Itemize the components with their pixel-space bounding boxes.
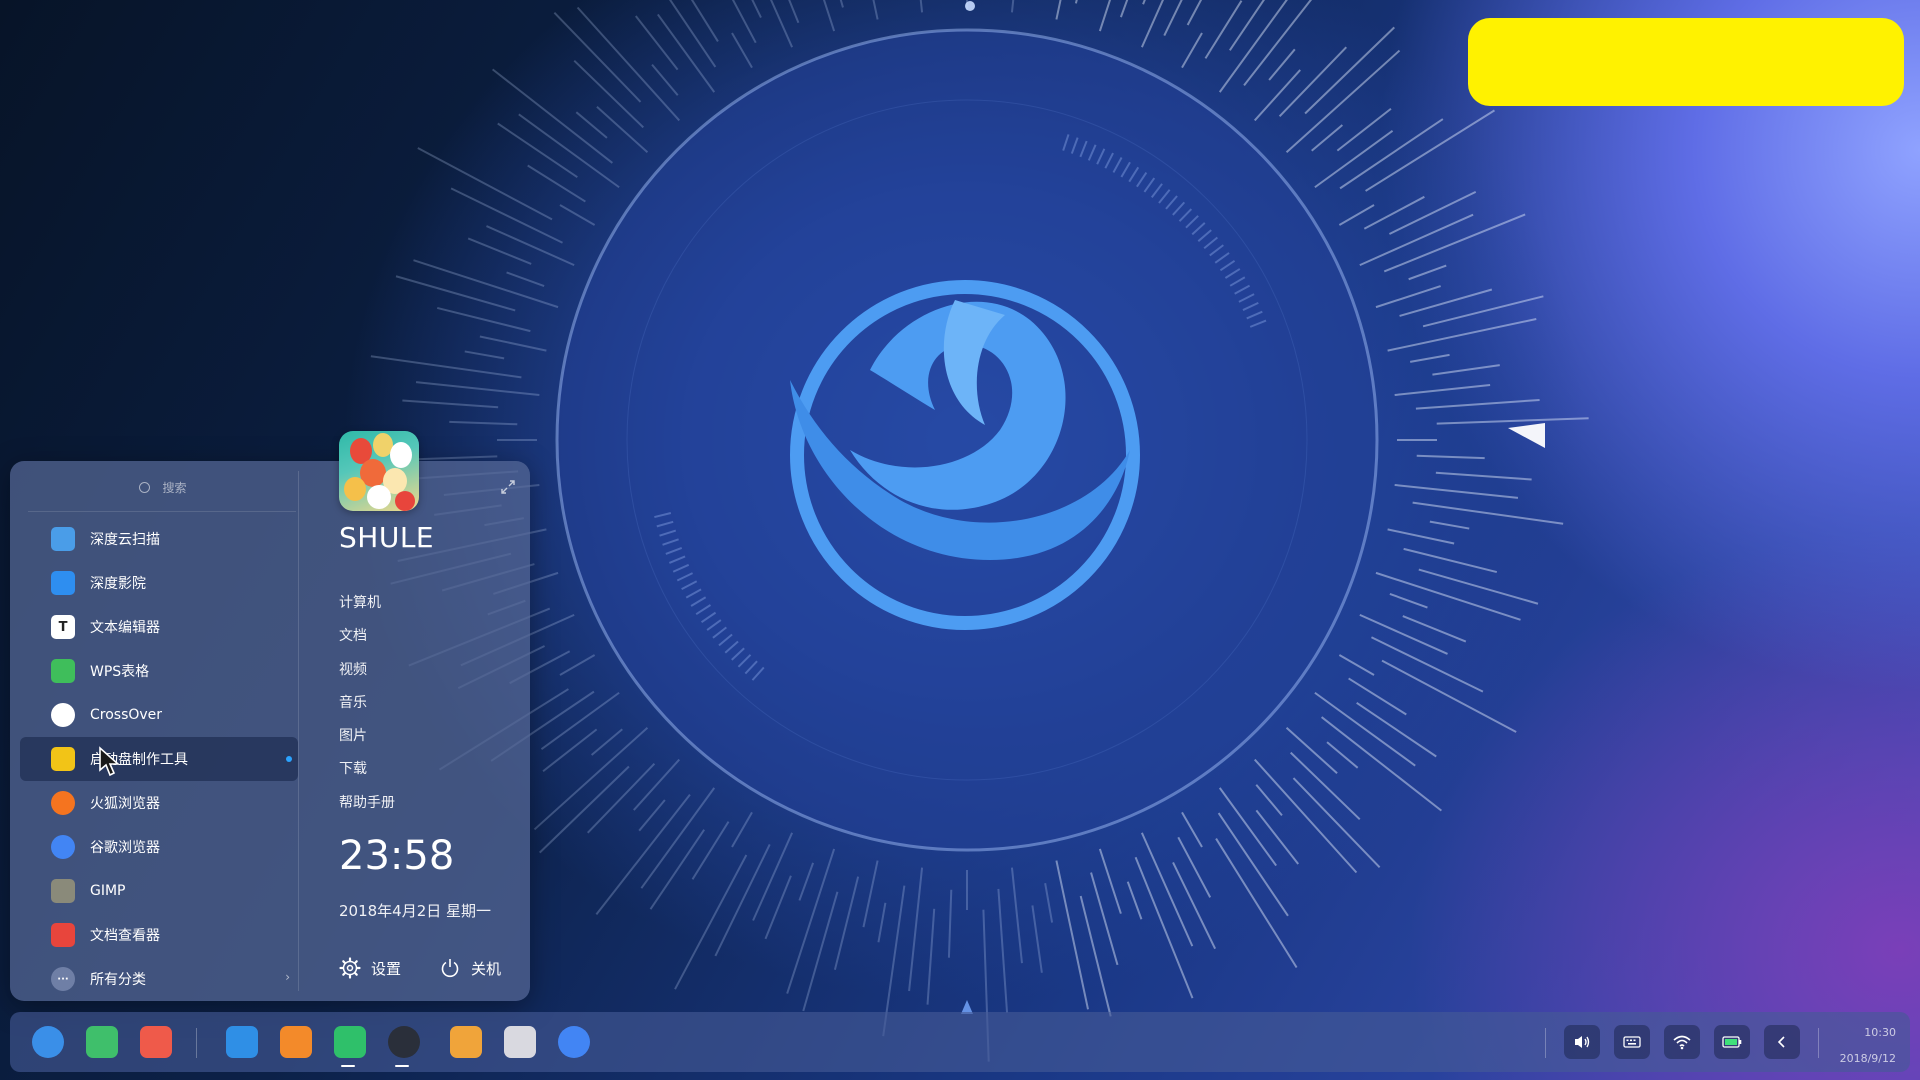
app-item[interactable]: T 文本编辑器 (20, 605, 298, 649)
clock-time: 23:58 (339, 833, 455, 879)
crossover-icon (51, 703, 75, 727)
avatar[interactable] (339, 431, 419, 511)
bootmaker-icon (51, 747, 75, 771)
tray-clock[interactable]: 10:30 2018/9/12 (1840, 1020, 1896, 1072)
chrome-icon (51, 835, 75, 859)
dock: 10:30 2018/9/12 (10, 1012, 1910, 1072)
clock-date: 2018年4月2日 星期一 (339, 902, 492, 920)
launcher-right-panel: SHULE 计算机 文档 视频 音乐 图片 下载 帮助手册 23:58 2018年4月2日 … (299, 431, 530, 1001)
app-label: GIMP (90, 883, 126, 899)
shutdown-label: 关机 (471, 959, 502, 978)
search-placeholder: 搜索 (162, 480, 187, 495)
app-label: 谷歌浏览器 (90, 840, 160, 856)
file-manager-icon[interactable] (86, 1026, 118, 1058)
more-icon: ··· (51, 967, 75, 991)
shutdown-button[interactable]: 关机 (439, 955, 501, 981)
mouse-cursor-icon (99, 746, 120, 777)
gear-icon (339, 957, 361, 979)
balloon-avatar-icon (344, 433, 415, 511)
app-label: 文本编辑器 (90, 620, 160, 636)
app-item[interactable]: 启动盘制作工具 (20, 737, 298, 781)
pointer-arrow (1508, 423, 1545, 448)
user-name: SHULE (339, 521, 435, 554)
fullscreen-icon[interactable] (500, 479, 516, 495)
chrome-icon[interactable] (558, 1026, 590, 1058)
image-viewer-icon[interactable] (450, 1026, 482, 1058)
tray-clock-date: 2018/9/12 (1839, 1052, 1896, 1065)
place-item[interactable]: 下载 (339, 753, 395, 786)
desktop[interactable]: 搜索 深度云扫描深度影院 T 文本编辑器 WPS表格 CrossOver 启动盘制作工具火… (0, 0, 1920, 1080)
redaction-bar (1468, 18, 1904, 106)
firefox-icon (51, 791, 75, 815)
app-label: 深度影院 (90, 576, 146, 592)
tray-separator (1545, 1028, 1546, 1058)
place-item[interactable]: 帮助手册 (339, 787, 395, 820)
place-item[interactable]: 计算机 (339, 587, 395, 620)
scanner-icon (51, 527, 75, 551)
volume-icon[interactable] (1564, 1025, 1600, 1059)
place-item[interactable]: 图片 (339, 720, 395, 753)
movie-icon (51, 571, 75, 595)
app-item[interactable]: 深度云扫描 (20, 517, 298, 561)
launcher-icon[interactable] (32, 1026, 64, 1058)
music-icon[interactable] (334, 1026, 366, 1058)
app-item[interactable]: ··· 所有分类 › (20, 957, 298, 1001)
gimp-icon (51, 879, 75, 903)
archive-manager-icon[interactable] (280, 1026, 312, 1058)
settings-button[interactable]: 设置 (339, 955, 401, 981)
clock-separator (1818, 1028, 1819, 1058)
app-item[interactable]: 火狐浏览器 (20, 781, 298, 825)
place-item[interactable]: 文档 (339, 620, 395, 653)
places-list: 计算机 文档 视频 音乐 图片 下载 帮助手册 (339, 587, 395, 820)
app-list: 深度云扫描深度影院 T 文本编辑器 WPS表格 CrossOver 启动盘制作工具火狐浏览… (20, 517, 298, 1001)
movie-icon[interactable] (388, 1026, 420, 1058)
app-label: 深度云扫描 (90, 532, 160, 548)
screen-recorder-icon[interactable] (140, 1026, 172, 1058)
document-viewer-icon (51, 923, 75, 947)
chevron-right-icon: › (285, 970, 290, 984)
chevron-left-icon[interactable] (1764, 1025, 1800, 1059)
running-indicator (341, 1065, 355, 1067)
app-item[interactable]: GIMP (20, 869, 298, 913)
app-label: 文档查看器 (90, 928, 160, 944)
app-item[interactable]: CrossOver (20, 693, 298, 737)
app-item[interactable]: 谷歌浏览器 (20, 825, 298, 869)
search-box[interactable]: 搜索 (28, 471, 298, 503)
wifi-icon[interactable] (1664, 1025, 1700, 1059)
app-label: 所有分类 (90, 972, 146, 988)
app-store-icon[interactable] (226, 1026, 258, 1058)
place-item[interactable]: 视频 (339, 654, 395, 687)
battery-icon[interactable] (1714, 1025, 1750, 1059)
spreadsheet-icon (51, 659, 75, 683)
launcher-left-panel: 搜索 深度云扫描深度影院 T 文本编辑器 WPS表格 CrossOver 启动盘制作工具火… (10, 461, 298, 1001)
dock-separator (196, 1028, 197, 1058)
search-divider (28, 511, 296, 512)
text-editor-icon: T (51, 615, 75, 639)
launcher-menu: 搜索 深度云扫描深度影院 T 文本编辑器 WPS表格 CrossOver 启动盘制作工具火… (10, 431, 530, 1001)
new-app-indicator (286, 756, 292, 762)
app-label: CrossOver (90, 707, 163, 723)
power-icon (441, 959, 459, 978)
settings-label: 设置 (371, 959, 402, 978)
tray-clock-time: 10:30 (1864, 1026, 1896, 1039)
running-indicator (395, 1065, 409, 1067)
search-icon (139, 481, 151, 493)
app-item[interactable]: 深度影院 (20, 561, 298, 605)
app-item[interactable]: 文档查看器 (20, 913, 298, 957)
app-label: WPS表格 (90, 664, 150, 680)
camera-icon[interactable] (504, 1026, 536, 1058)
app-label: 火狐浏览器 (90, 796, 160, 812)
app-item[interactable]: WPS表格 (20, 649, 298, 693)
place-item[interactable]: 音乐 (339, 687, 395, 720)
keyboard-icon[interactable] (1614, 1025, 1650, 1059)
